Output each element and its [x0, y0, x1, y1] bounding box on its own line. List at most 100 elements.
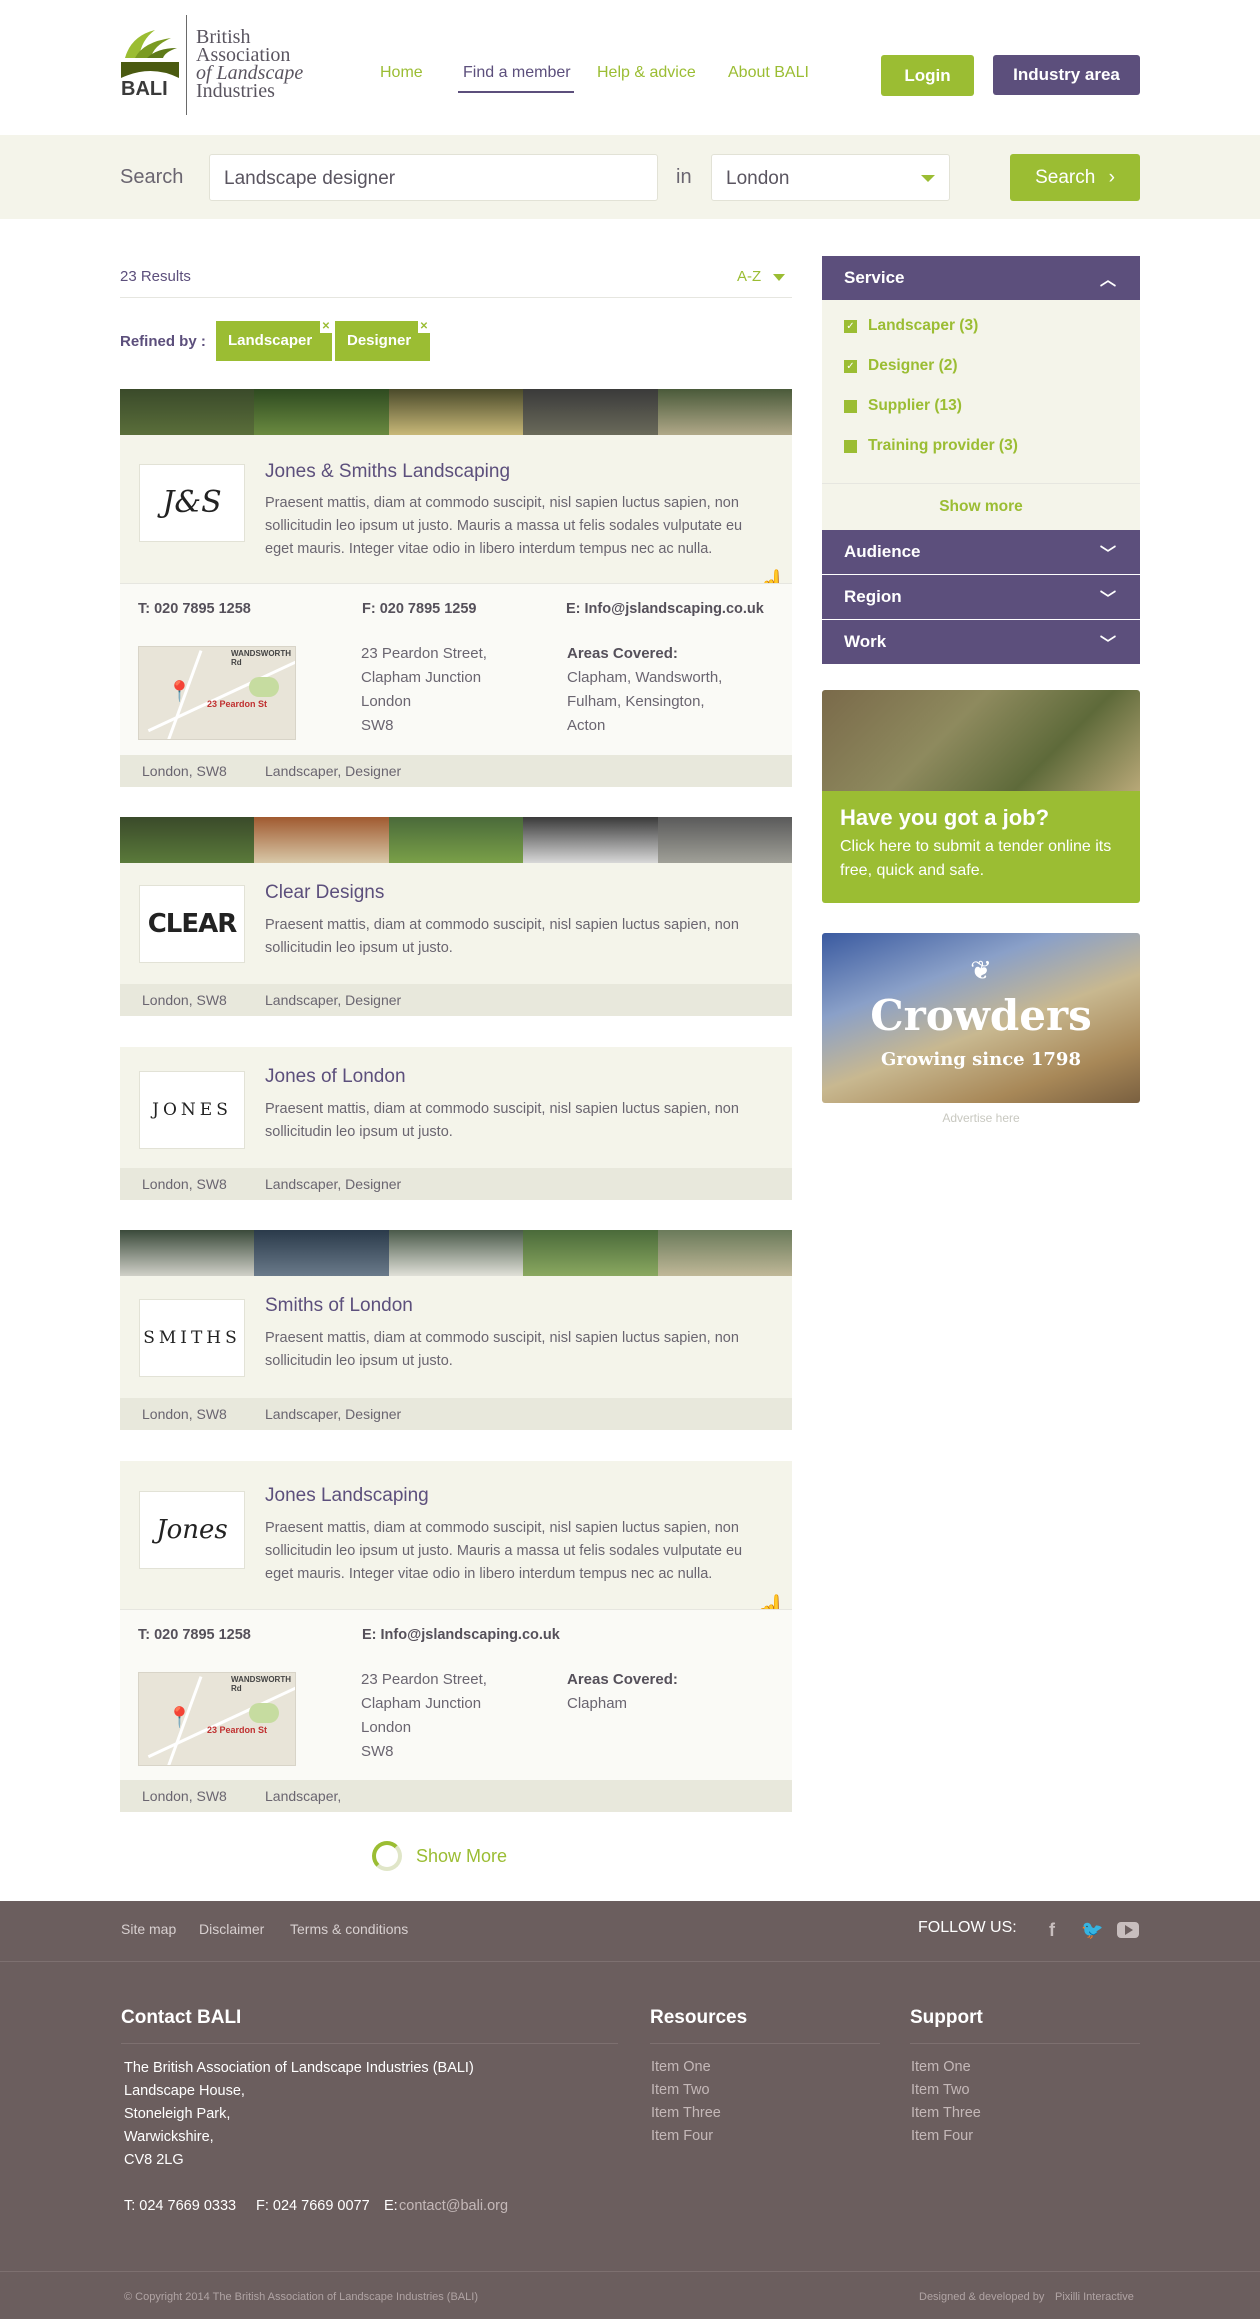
- member-description: Praesent mattis, diam at commodo suscipi…: [265, 1520, 743, 1582]
- checkbox-icon[interactable]: [844, 400, 857, 413]
- result-card[interactable]: Jones Jones Landscaping Praesent mattis,…: [120, 1461, 792, 1812]
- chevron-down-icon: ﹀: [1099, 546, 1116, 563]
- filter-show-more[interactable]: Show more: [822, 483, 1140, 530]
- footer-bottom-divider: [0, 2271, 1260, 2272]
- checkbox-checked-icon[interactable]: ✓: [844, 360, 857, 373]
- member-location: London, SW8: [142, 992, 227, 1008]
- filter-service-body: ✓ Landscaper (3) ✓ Designer (2) Supplier…: [822, 300, 1140, 530]
- job-promo[interactable]: Have you got a job? Click here to submit…: [822, 690, 1140, 903]
- bali-logo-mark[interactable]: BALI: [121, 18, 179, 100]
- search-button[interactable]: Search ›: [1010, 154, 1140, 201]
- logo-text[interactable]: British Association of Landscape Industr…: [196, 27, 303, 102]
- resources-item[interactable]: Item Two: [651, 2082, 710, 2098]
- refined-label: Refined by :: [120, 333, 206, 350]
- close-icon[interactable]: ✕: [320, 321, 332, 333]
- support-item[interactable]: Item Two: [911, 2082, 970, 2098]
- member-name[interactable]: Smiths of London: [265, 1295, 413, 1317]
- nav-home[interactable]: Home: [380, 64, 423, 82]
- chevron-down-icon: ﹀: [1099, 591, 1116, 608]
- nav-help-advice[interactable]: Help & advice: [597, 64, 696, 82]
- areas-covered-label: Areas Covered:: [567, 1671, 678, 1688]
- search-button-label: Search: [1035, 167, 1096, 188]
- member-phone[interactable]: T: 020 7895 1258: [138, 1627, 251, 1643]
- member-name[interactable]: Jones Landscaping: [265, 1485, 429, 1507]
- member-categories: Landscaper,: [265, 1788, 342, 1804]
- facebook-icon[interactable]: f: [1049, 1920, 1055, 1941]
- member-name[interactable]: Jones of London: [265, 1066, 406, 1088]
- member-name[interactable]: Jones & Smiths Landscaping: [265, 461, 510, 483]
- logo-line-4: Industries: [196, 80, 275, 102]
- credit-name[interactable]: Pixilli Interactive: [1055, 2291, 1134, 2303]
- filter-item-designer[interactable]: Designer (2): [868, 357, 958, 375]
- support-item[interactable]: Item Four: [911, 2128, 973, 2144]
- advert-banner[interactable]: ❦ Crowders Growing since 1798: [822, 933, 1140, 1103]
- member-name[interactable]: Clear Designs: [265, 882, 384, 904]
- advert-title: Crowders: [870, 991, 1092, 1040]
- footer-link-disclaimer[interactable]: Disclaimer: [199, 1921, 264, 1937]
- chevron-down-icon: ﹀: [1099, 636, 1116, 653]
- result-card[interactable]: CLEAR Clear Designs Praesent mattis, dia…: [120, 863, 792, 1016]
- filter-service-header[interactable]: Service ︿: [822, 256, 1140, 300]
- member-location: London, SW8: [142, 1406, 227, 1422]
- location-map[interactable]: WANDSWORTH Rd 📍 23 Peardon St: [138, 646, 296, 740]
- map-pin-icon: 📍: [167, 681, 192, 703]
- result-footer: London, SW8 Landscaper, Designer: [120, 1168, 792, 1200]
- filter-item-landscaper[interactable]: Landscaper (3): [868, 317, 978, 335]
- promo-body: Have you got a job? Click here to submit…: [822, 791, 1140, 903]
- filter-tag-designer[interactable]: Designer ✕: [335, 321, 430, 361]
- member-logo: CLEAR: [139, 885, 245, 963]
- member-email[interactable]: E: Info@jslandscaping.co.uk: [362, 1627, 560, 1643]
- contact-divider: [121, 2043, 618, 2044]
- chevron-right-icon: ›: [1108, 167, 1115, 188]
- advertise-here-link[interactable]: Advertise here: [822, 1111, 1140, 1125]
- result-image-strip: [120, 817, 792, 863]
- filter-tag-landscaper[interactable]: Landscaper ✕: [216, 321, 332, 361]
- result-card[interactable]: SMITHS Smiths of London Praesent mattis,…: [120, 1276, 792, 1430]
- sort-arrow-icon: [773, 273, 786, 281]
- industry-area-button[interactable]: Industry area: [993, 55, 1140, 95]
- support-divider: [910, 2043, 1140, 2044]
- areas-covered-label: Areas Covered:: [567, 645, 678, 662]
- resources-item[interactable]: Item Three: [651, 2105, 721, 2121]
- location-select[interactable]: London: [711, 154, 950, 201]
- contact-email[interactable]: contact@bali.org: [399, 2195, 508, 2218]
- footer-link-terms[interactable]: Terms & conditions: [290, 1921, 408, 1937]
- search-input[interactable]: Landscape designer: [209, 154, 658, 201]
- result-card[interactable]: JONES Jones of London Praesent mattis, d…: [120, 1047, 792, 1200]
- areas-covered: Areas Covered: Clapham, Wandsworth, Fulh…: [567, 642, 722, 738]
- filter-item-supplier[interactable]: Supplier (13): [868, 397, 962, 415]
- map-road-label: WANDSWORTH Rd: [231, 649, 291, 667]
- support-item[interactable]: Item One: [911, 2059, 971, 2075]
- show-more-button[interactable]: Show More: [416, 1846, 507, 1867]
- result-image-strip: [120, 1230, 792, 1276]
- promo-text: Click here to submit a tender online its…: [840, 838, 1112, 879]
- twitter-icon[interactable]: 🐦: [1081, 1920, 1103, 1941]
- nav-about[interactable]: About BALI: [728, 64, 809, 82]
- sort-select[interactable]: A-Z: [737, 268, 786, 285]
- result-card[interactable]: J&S Jones & Smiths Landscaping Praesent …: [120, 435, 792, 787]
- location-map[interactable]: WANDSWORTH Rd 📍 23 Peardon St: [138, 1672, 296, 1766]
- resources-item[interactable]: Item Four: [651, 2128, 713, 2144]
- support-item[interactable]: Item Three: [911, 2105, 981, 2121]
- checkbox-checked-icon[interactable]: ✓: [844, 320, 857, 333]
- login-button[interactable]: Login: [881, 55, 974, 96]
- nav-find-member[interactable]: Find a member: [463, 64, 571, 82]
- filter-audience-header[interactable]: Audience ﹀: [822, 530, 1140, 574]
- youtube-icon[interactable]: [1117, 1922, 1139, 1938]
- filter-item-training[interactable]: Training provider (3): [868, 437, 1018, 455]
- footer-link-sitemap[interactable]: Site map: [121, 1921, 176, 1937]
- filter-region-header[interactable]: Region ﹀: [822, 575, 1140, 619]
- resources-item[interactable]: Item One: [651, 2059, 711, 2075]
- search-label: Search: [120, 166, 184, 188]
- member-address: 23 Peardon Street, Clapham Junction Lond…: [361, 645, 487, 734]
- member-categories: Landscaper, Designer: [265, 1406, 402, 1422]
- filter-work-header[interactable]: Work ﹀: [822, 620, 1140, 664]
- member-email[interactable]: E: Info@jslandscaping.co.uk: [566, 601, 764, 617]
- close-icon[interactable]: ✕: [418, 321, 430, 333]
- member-location: London, SW8: [142, 1788, 227, 1804]
- member-phone[interactable]: T: 020 7895 1258: [138, 601, 251, 617]
- result-footer: London, SW8 Landscaper, Designer: [120, 755, 792, 787]
- checkbox-icon[interactable]: [844, 440, 857, 453]
- logo-wordmark: BALI: [121, 78, 168, 100]
- promo-title: Have you got a job?: [840, 805, 1050, 830]
